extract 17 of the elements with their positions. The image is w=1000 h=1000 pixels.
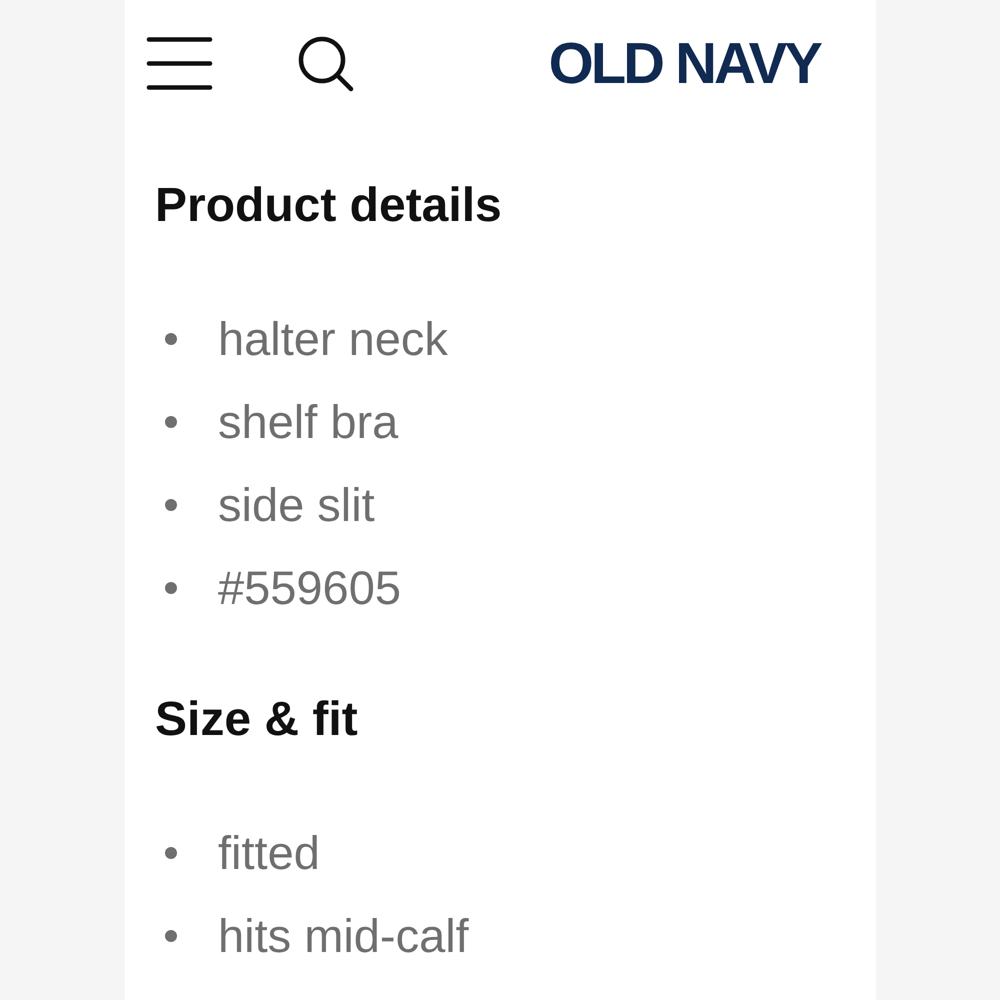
search-icon[interactable]: [298, 36, 354, 92]
detail-item: side slit: [218, 478, 375, 530]
bullet-icon: [165, 498, 177, 510]
detail-item: #559605: [218, 562, 401, 614]
bullet-icon: [165, 582, 177, 594]
bullet-icon: [165, 416, 177, 428]
detail-item: shelf bra: [218, 396, 398, 448]
bullet-icon: [165, 930, 177, 942]
detail-item: hits mid-calf: [218, 910, 469, 962]
menu-icon[interactable]: [146, 37, 213, 90]
detail-item: halter neck: [218, 312, 448, 364]
detail-item: fitted: [218, 826, 320, 878]
section-heading: Size & fit: [155, 697, 358, 743]
bullet-icon: [165, 332, 177, 344]
logo[interactable]: OLD NAVY: [548, 34, 820, 92]
section-heading: Product details: [155, 183, 502, 229]
bullet-icon: [165, 846, 177, 858]
